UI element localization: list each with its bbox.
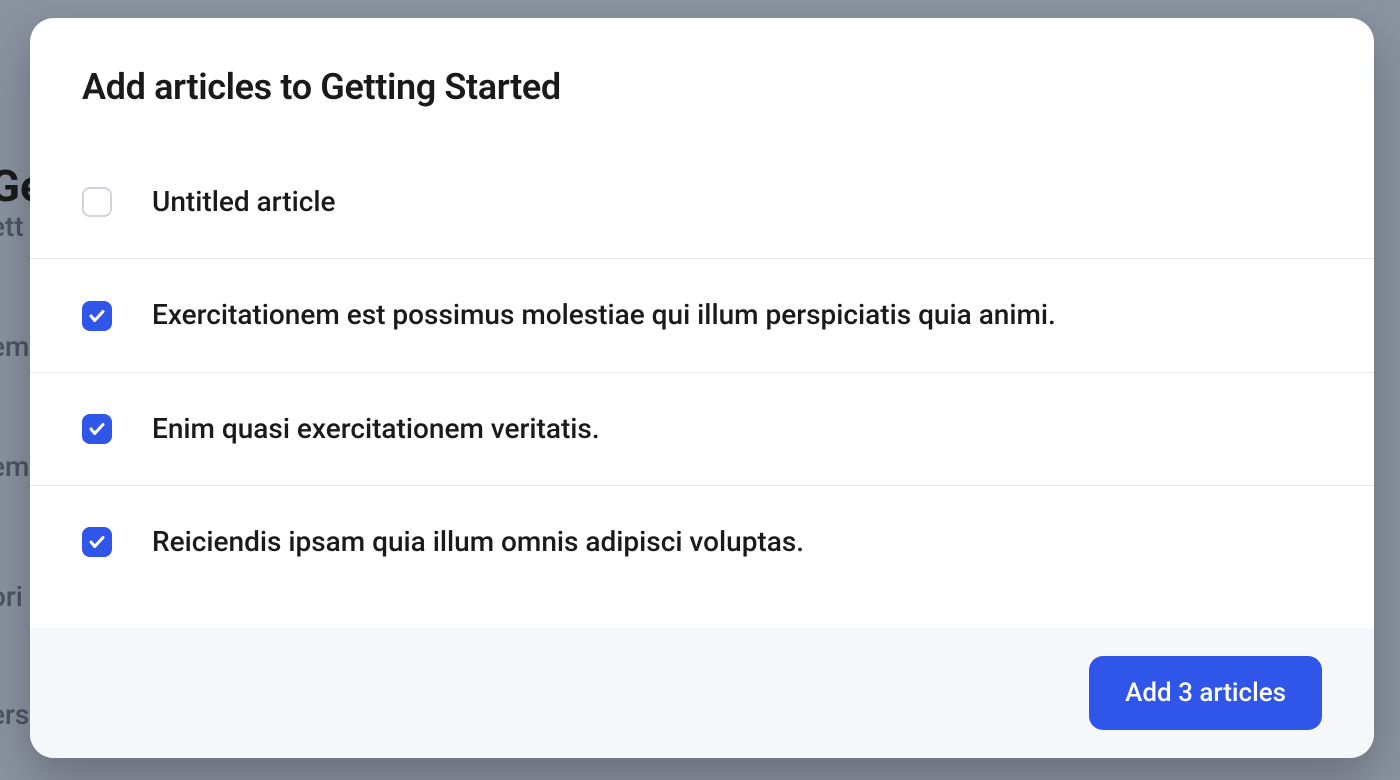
- article-title: Enim quasi exercitationem veritatis.: [152, 411, 600, 447]
- add-articles-button[interactable]: Add 3 articles: [1089, 656, 1322, 730]
- article-checkbox[interactable]: [82, 187, 112, 217]
- check-icon: [88, 420, 106, 438]
- article-list: Untitled article Exercitationem est poss…: [30, 146, 1374, 628]
- article-row[interactable]: Untitled article: [30, 146, 1374, 259]
- check-icon: [88, 533, 106, 551]
- article-checkbox[interactable]: [82, 527, 112, 557]
- article-row[interactable]: Enim quasi exercitationem veritatis.: [30, 373, 1374, 486]
- dialog-footer: Add 3 articles: [30, 628, 1374, 758]
- article-row[interactable]: Exercitationem est possimus molestiae qu…: [30, 259, 1374, 372]
- backdrop-text: em: [0, 330, 29, 363]
- article-title: Exercitationem est possimus molestiae qu…: [152, 297, 1056, 333]
- article-checkbox[interactable]: [82, 301, 112, 331]
- dialog-header: Add articles to Getting Started: [30, 18, 1374, 146]
- backdrop-text: ers: [0, 698, 29, 731]
- backdrop-text: ett: [0, 210, 24, 243]
- backdrop-text: em: [0, 450, 29, 483]
- add-articles-dialog: Add articles to Getting Started Untitled…: [30, 18, 1374, 758]
- article-title: Reiciendis ipsam quia illum omnis adipis…: [152, 524, 804, 560]
- article-checkbox[interactable]: [82, 414, 112, 444]
- article-title: Untitled article: [152, 184, 335, 220]
- article-row[interactable]: Reiciendis ipsam quia illum omnis adipis…: [30, 486, 1374, 598]
- backdrop-text: ori: [0, 580, 23, 613]
- dialog-title: Add articles to Getting Started: [82, 66, 1322, 108]
- check-icon: [88, 307, 106, 325]
